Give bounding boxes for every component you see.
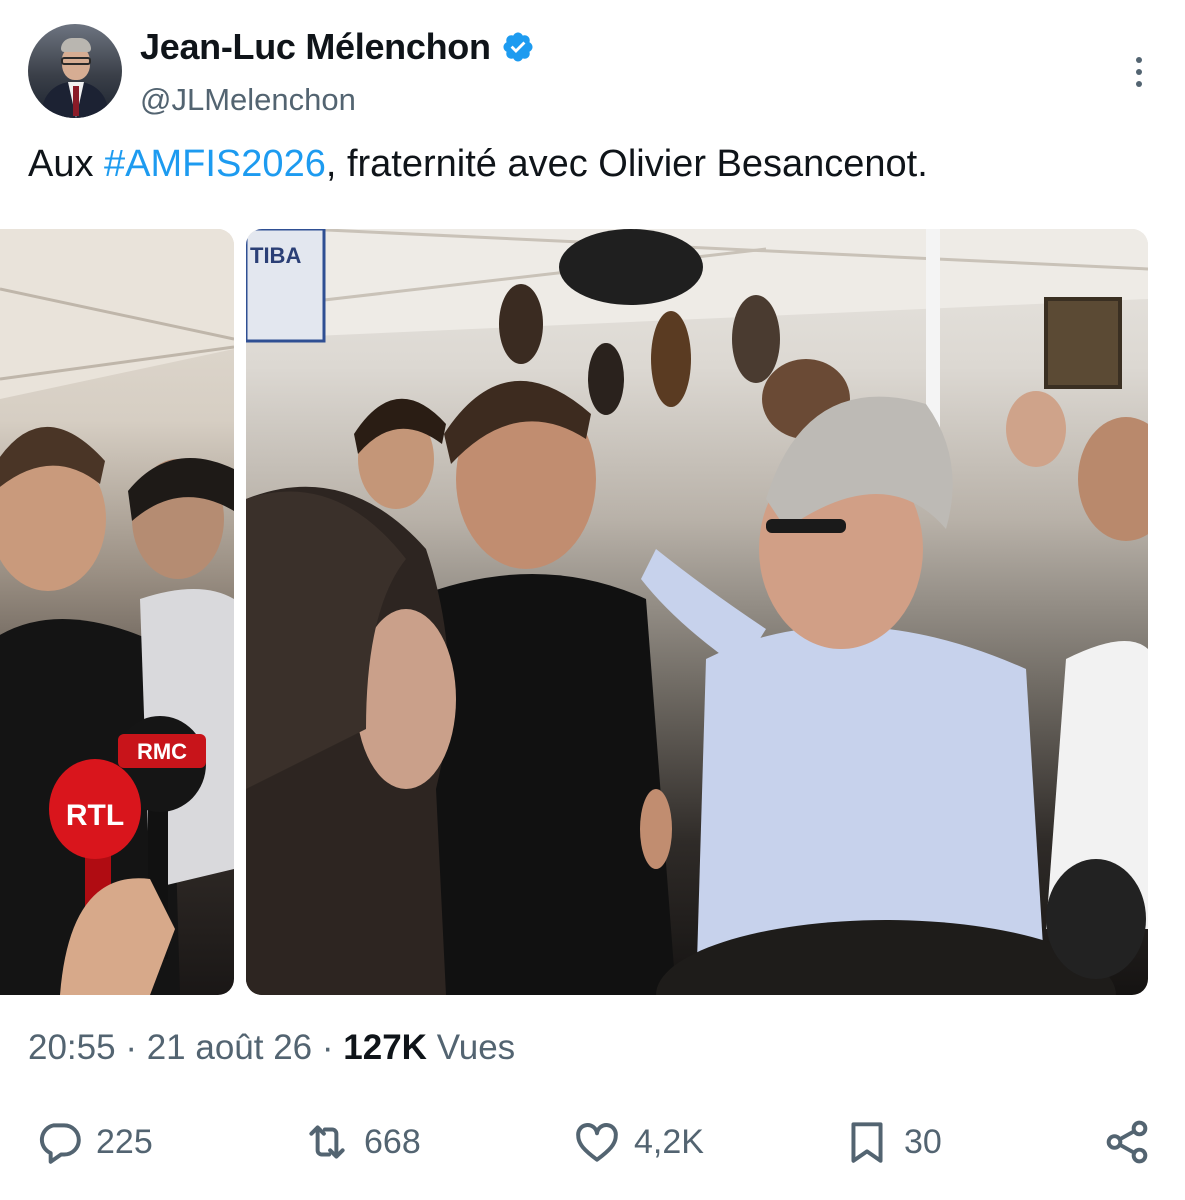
avatar[interactable]	[28, 24, 122, 118]
meta-separator-2: ·	[321, 1028, 334, 1067]
photo-right[interactable]: TIBA	[246, 229, 1148, 995]
avatar-glasses	[61, 57, 91, 65]
avatar-hair	[61, 38, 91, 52]
meta-separator: ·	[125, 1028, 137, 1067]
photo-right-scene: TIBA	[246, 229, 1148, 995]
tweet: Jean-Luc Mélenchon @JLMelenchon Aux #AMF…	[0, 0, 1185, 1200]
tweet-date[interactable]: 21 août 26	[147, 1028, 312, 1067]
views-label: Vues	[436, 1028, 516, 1067]
reply-icon	[39, 1123, 81, 1164]
photo-left-scene: RMC RTL	[0, 229, 234, 995]
bookmark-icon	[851, 1122, 883, 1163]
retweet-button[interactable]: 668	[302, 1114, 421, 1170]
like-icon	[576, 1123, 618, 1162]
share-icon	[1106, 1120, 1148, 1164]
views-count: 127K	[343, 1028, 427, 1067]
tweet-text: Aux #AMFIS2026, fraternité avec Olivier …	[28, 143, 928, 186]
tent-sign-text: TIBA	[250, 243, 301, 268]
author-display-name[interactable]: Jean-Luc Mélenchon	[140, 26, 491, 68]
like-button[interactable]: 4,2K	[572, 1114, 704, 1170]
bookmark-button[interactable]: 30	[842, 1114, 942, 1170]
mic-label-rtl: RTL	[66, 799, 124, 832]
verified-badge-icon	[503, 32, 533, 62]
like-count: 4,2K	[634, 1122, 704, 1161]
author-handle[interactable]: @JLMelenchon	[140, 82, 356, 118]
mic-label-rmc: RMC	[137, 739, 187, 764]
retweet-count: 668	[364, 1122, 421, 1161]
reply-count: 225	[96, 1122, 153, 1161]
tweet-text-before: Aux	[28, 143, 105, 185]
bookmark-count: 30	[904, 1122, 942, 1161]
reply-button[interactable]: 225	[34, 1114, 153, 1170]
hashtag-link[interactable]: #AMFIS2026	[104, 143, 326, 185]
photo-left[interactable]: RMC RTL	[0, 229, 234, 995]
tweet-time[interactable]: 20:55	[28, 1028, 116, 1067]
author-name-row: Jean-Luc Mélenchon	[140, 26, 535, 68]
avatar-tie	[73, 86, 79, 116]
more-icon[interactable]	[1124, 54, 1154, 90]
retweet-icon	[309, 1125, 345, 1159]
tweet-meta: 20:55 · 21 août 26 · 127K Vues	[28, 1028, 515, 1068]
tweet-text-after: , fraternité avec Olivier Besancenot.	[325, 143, 928, 185]
share-button[interactable]	[1102, 1114, 1152, 1170]
